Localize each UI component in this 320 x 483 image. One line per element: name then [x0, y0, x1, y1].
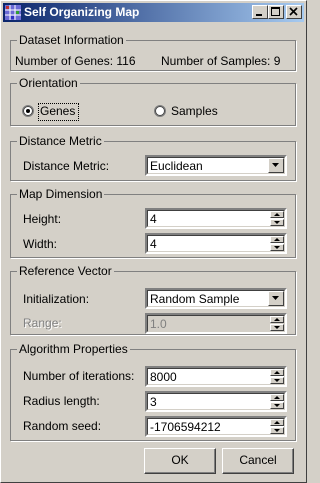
title-bar[interactable]: Self Organizing Map	[3, 3, 304, 22]
height-spinner-buttons	[270, 211, 284, 226]
width-decrement-button[interactable]	[270, 244, 284, 251]
genes-radio[interactable]	[22, 105, 34, 117]
radius-label: Radius length:	[23, 394, 100, 408]
iterations-spinner-buttons	[270, 369, 284, 384]
height-increment-button[interactable]	[270, 211, 284, 218]
maximize-button[interactable]	[268, 5, 284, 19]
width-label: Width:	[23, 237, 58, 251]
ok-button[interactable]: OK	[144, 448, 216, 474]
radius-increment-button[interactable]	[270, 394, 284, 401]
cancel-button[interactable]: Cancel	[222, 448, 294, 474]
distance-metric-dropdown-button[interactable]	[268, 158, 284, 173]
minimize-button[interactable]	[252, 5, 268, 19]
seed-value: -1706594212	[150, 420, 221, 434]
width-spinner-buttons	[270, 236, 284, 251]
distance-metric-label: Distance Metric:	[23, 159, 110, 173]
height-spinner[interactable]: 4	[145, 208, 287, 229]
reference-vector-legend: Reference Vector	[17, 264, 114, 278]
range-value: 1.0	[150, 317, 167, 331]
range-label: Range:	[23, 316, 62, 330]
dataset-info-legend: Dataset Information	[17, 33, 126, 47]
range-spinner: 1.0	[145, 313, 287, 334]
reference-vector-group: Reference Vector Initialization: Random …	[10, 264, 296, 335]
arrow-down-icon	[274, 379, 280, 382]
seed-spinner-buttons	[270, 419, 284, 434]
height-decrement-button[interactable]	[270, 219, 284, 226]
radius-decrement-button[interactable]	[270, 402, 284, 409]
iterations-decrement-button[interactable]	[270, 377, 284, 384]
grid-map-icon	[5, 5, 21, 20]
close-button[interactable]	[286, 5, 302, 19]
seed-spinner[interactable]: -1706594212	[145, 416, 287, 437]
range-spinner-buttons	[270, 316, 284, 331]
iterations-spinner[interactable]: 8000	[145, 366, 287, 387]
genes-count: Number of Genes: 116	[15, 54, 136, 68]
initialization-value: Random Sample	[150, 292, 240, 306]
iterations-increment-button[interactable]	[270, 369, 284, 376]
genes-radio-label[interactable]: Genes	[40, 104, 75, 118]
arrow-up-icon	[274, 396, 280, 399]
arrow-down-icon	[274, 326, 280, 329]
close-icon	[289, 7, 298, 16]
distance-metric-select[interactable]: Euclidean	[145, 155, 287, 176]
radius-spinner[interactable]: 3	[145, 391, 287, 412]
distance-metric-group: Distance Metric Distance Metric: Euclide…	[10, 134, 296, 181]
initialization-select[interactable]: Random Sample	[145, 288, 287, 309]
window-title: Self Organizing Map	[24, 5, 140, 19]
iterations-value: 8000	[150, 370, 177, 384]
iterations-label: Number of iterations:	[23, 369, 135, 383]
arrow-up-icon	[274, 421, 280, 424]
initialization-label: Initialization:	[23, 292, 90, 306]
radius-value: 3	[150, 395, 157, 409]
arrow-up-icon	[274, 238, 280, 241]
arrow-up-icon	[274, 213, 280, 216]
arrow-up-icon	[274, 318, 280, 321]
radius-spinner-buttons	[270, 394, 284, 409]
arrow-down-icon	[274, 429, 280, 432]
arrow-down-icon	[274, 404, 280, 407]
algorithm-properties-group: Algorithm Properties Number of iteration…	[10, 342, 296, 441]
arrow-down-icon	[274, 246, 280, 249]
seed-decrement-button[interactable]	[270, 427, 284, 434]
arrow-down-icon	[274, 221, 280, 224]
distance-metric-value: Euclidean	[150, 159, 203, 173]
chevron-down-icon	[272, 296, 279, 300]
algorithm-properties-legend: Algorithm Properties	[17, 342, 130, 356]
width-spinner[interactable]: 4	[145, 233, 287, 254]
minimize-icon	[256, 14, 262, 16]
samples-count: Number of Samples: 9	[161, 54, 281, 68]
orientation-group: Orientation Genes Samples	[10, 76, 296, 126]
initialization-dropdown-button[interactable]	[268, 291, 284, 306]
width-increment-button[interactable]	[270, 236, 284, 243]
chevron-down-icon	[272, 163, 279, 167]
range-decrement-button	[270, 324, 284, 331]
distance-metric-legend: Distance Metric	[17, 134, 104, 148]
height-value: 4	[150, 212, 157, 226]
seed-label: Random seed:	[23, 419, 102, 433]
arrow-up-icon	[274, 371, 280, 374]
samples-radio-label[interactable]: Samples	[171, 104, 218, 118]
samples-radio[interactable]	[154, 105, 166, 117]
dataset-info-group: Dataset Information Number of Genes: 116…	[10, 33, 296, 71]
width-value: 4	[150, 237, 157, 251]
som-dialog: Self Organizing Map Dataset Information …	[0, 0, 307, 483]
map-dimension-legend: Map Dimension	[17, 187, 105, 201]
height-label: Height:	[23, 212, 62, 226]
maximize-icon	[271, 7, 280, 16]
map-dimension-group: Map Dimension Height: 4 Width: 4	[10, 187, 296, 258]
seed-increment-button[interactable]	[270, 419, 284, 426]
range-increment-button	[270, 316, 284, 323]
orientation-legend: Orientation	[17, 76, 80, 90]
